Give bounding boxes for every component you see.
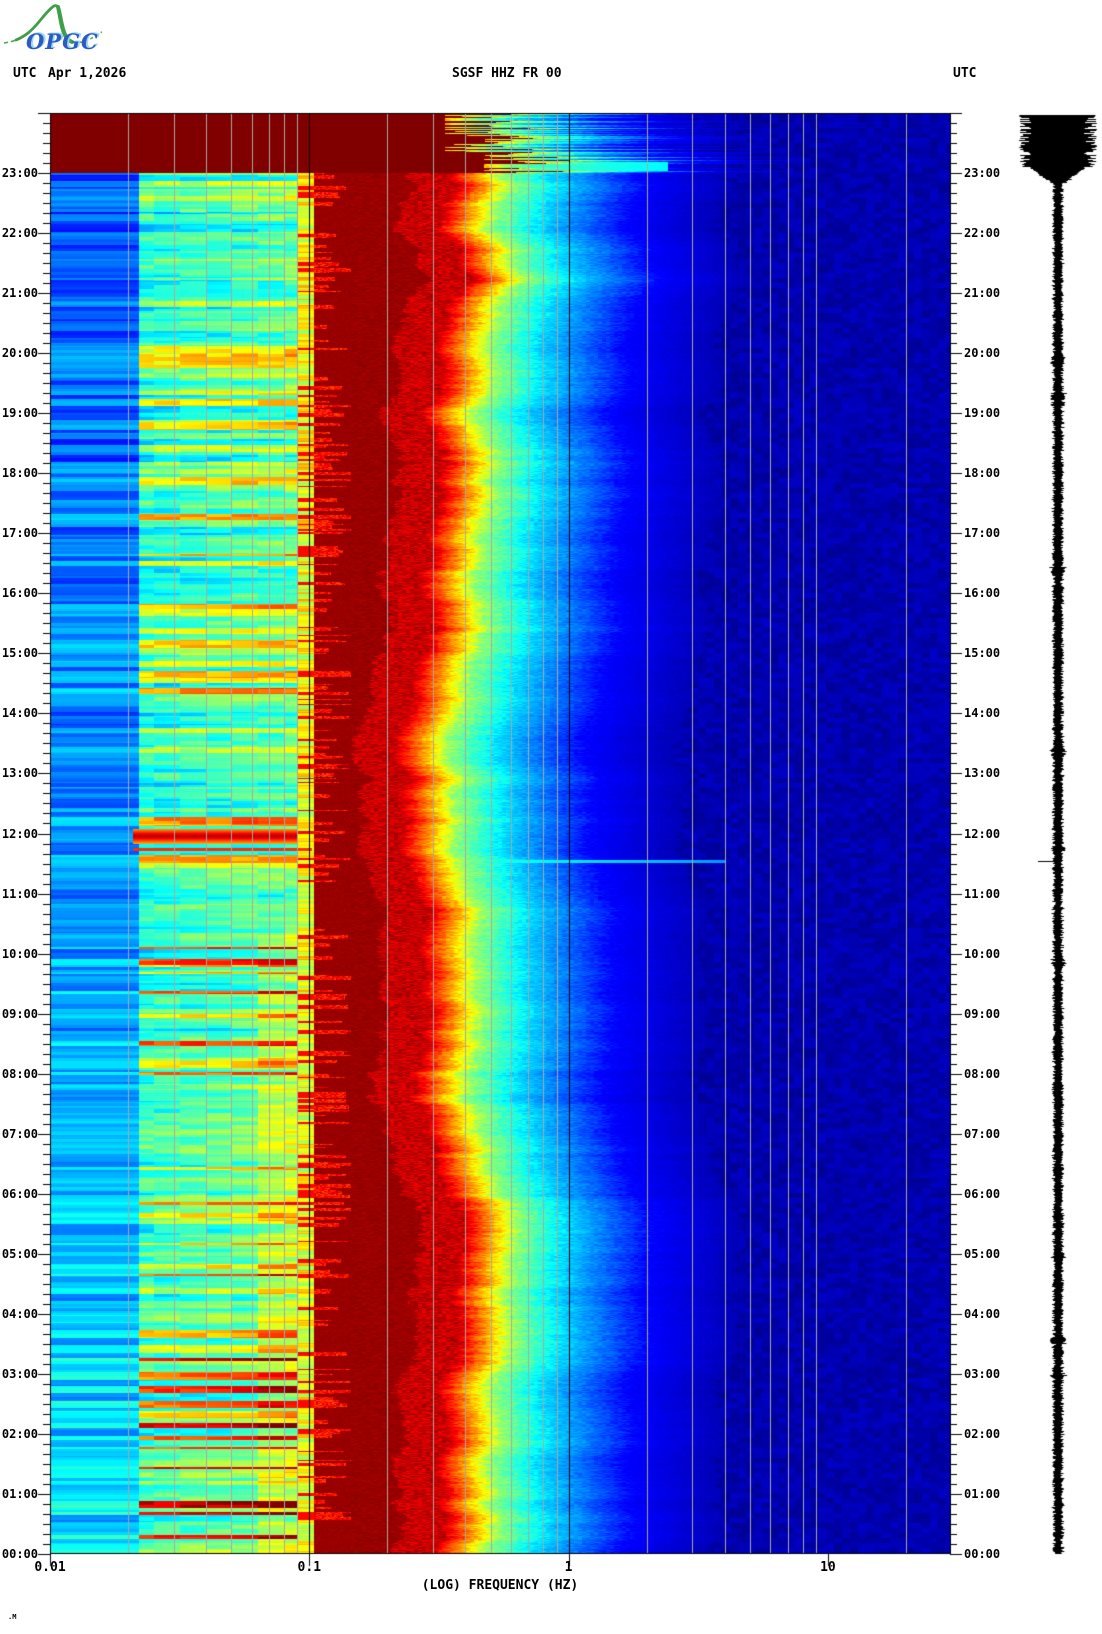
x-axis-title: (LOG) FREQUENCY (HZ) [421, 1578, 579, 1593]
spectrogram-page: OPGC OPGC UTC Apr 1,2026 SGSF HHZ FR 00 … [0, 0, 1102, 1634]
opgc-logo: OPGC OPGC [3, 4, 103, 54]
spectrogram-heatmap-canvas [0, 0, 1102, 1634]
corner-mark: .M [8, 1613, 17, 1621]
logo-text: OPGC [26, 29, 99, 54]
